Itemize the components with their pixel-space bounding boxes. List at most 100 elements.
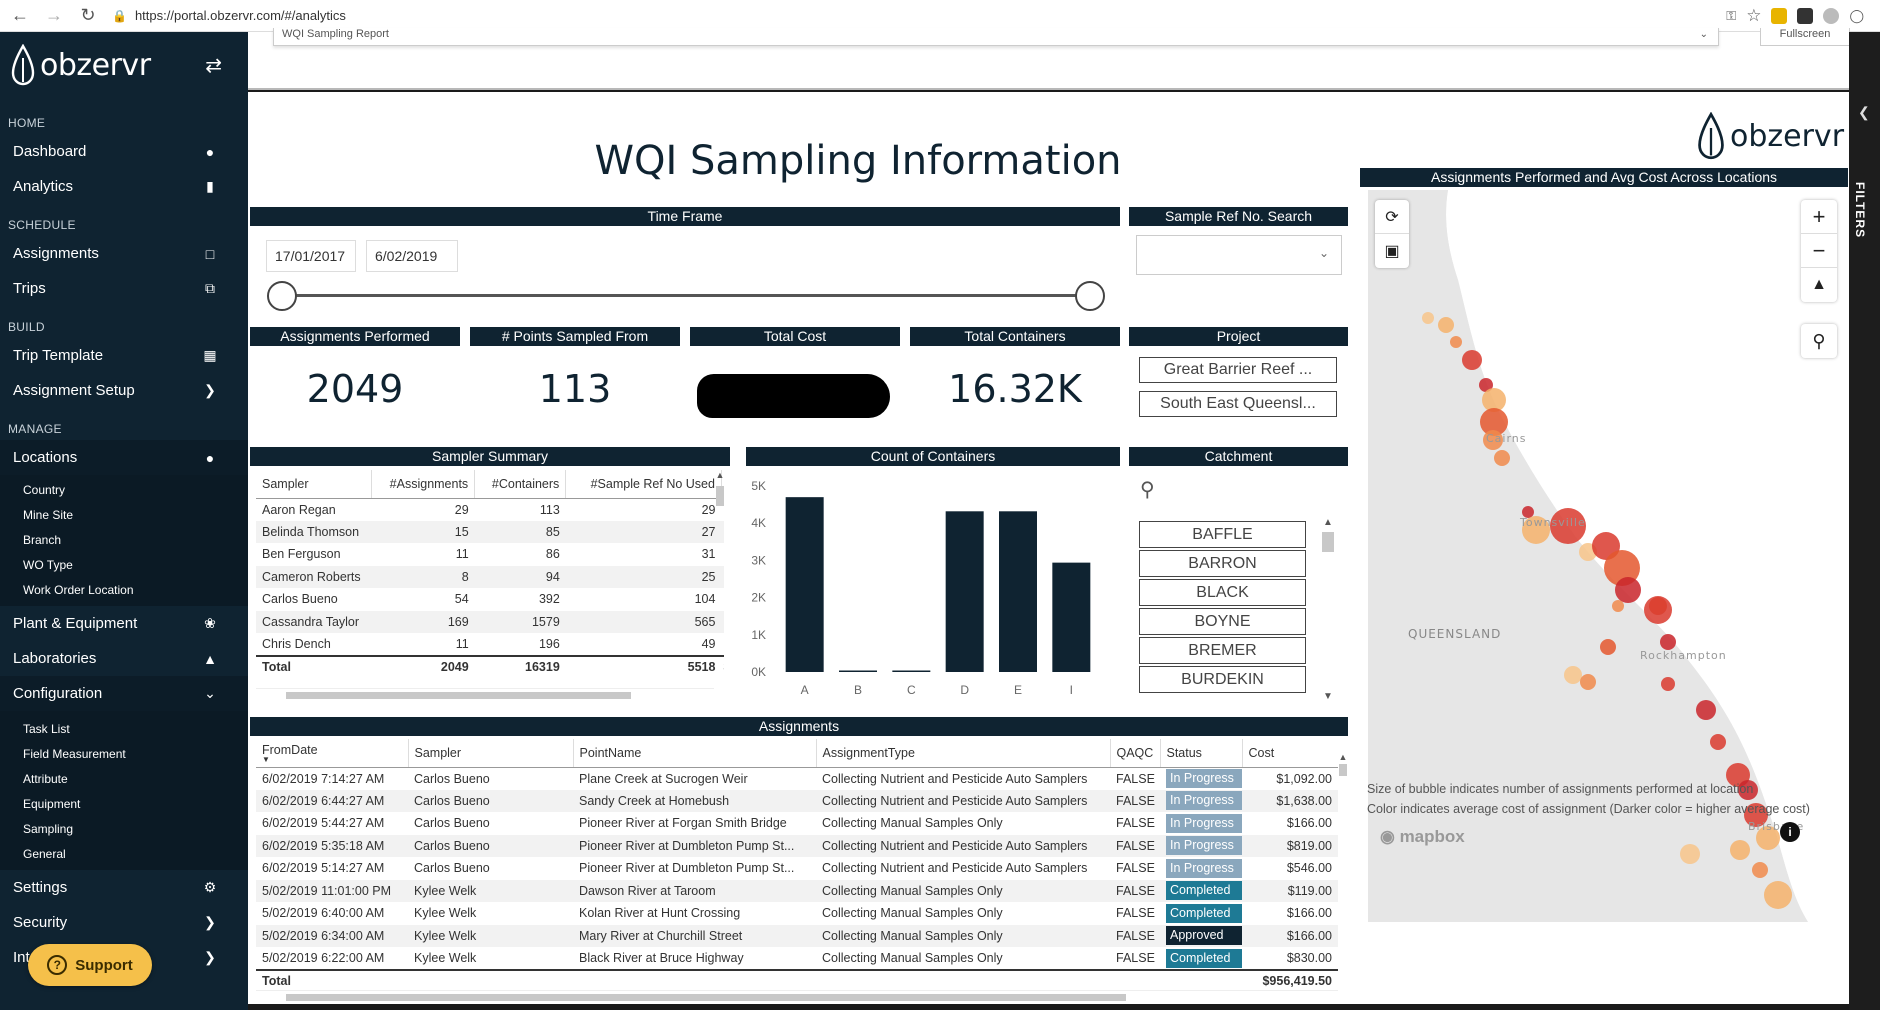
scroll-thumb[interactable] [1339,764,1347,776]
col-qaqc[interactable]: QAQC [1110,739,1161,768]
bar-i[interactable] [1052,562,1091,672]
table-row[interactable]: Ben Ferguson 11 86 31 [256,543,724,566]
table-row[interactable]: 6/02/2019 6:44:27 AM Carlos Bueno Sandy Cr… [256,789,1338,812]
catchment-item[interactable]: BARRON [1139,550,1306,577]
catchment-item[interactable]: BOYNE [1139,608,1306,635]
sidebar-item-trips[interactable]: Trips ⧉ [0,271,248,306]
lasso-select-icon[interactable]: ⟳ [1375,200,1409,234]
location-bubble[interactable] [1612,600,1624,612]
compass-icon[interactable]: ▲ [1801,268,1837,302]
sidebar-item-analytics[interactable]: Analytics ▮ [0,169,248,204]
location-bubble[interactable] [1710,734,1726,750]
submenu-item-field-measurement[interactable]: Field Measurement [0,742,248,767]
location-bubble[interactable] [1615,577,1641,603]
location-bubble[interactable] [1730,840,1750,860]
table-row[interactable]: Aaron Regan 29 113 29 [256,498,724,521]
table-row[interactable]: 5/02/2019 6:40:00 AM Kylee Welk Kolan Rive… [256,902,1338,925]
catchment-item[interactable]: BURDEKIN [1139,666,1306,693]
table-row[interactable]: 6/02/2019 5:35:18 AM Carlos Bueno Pioneer … [256,834,1338,857]
col-assignments[interactable]: #Assignments [371,470,476,499]
location-bubble[interactable] [1494,450,1510,466]
zoom-in-icon[interactable]: + [1801,200,1837,234]
scroll-thumb[interactable] [1322,532,1334,552]
col-cost[interactable]: Cost [1242,739,1338,768]
location-bubble[interactable] [1462,350,1482,370]
report-select-dropdown[interactable]: WQI Sampling Report ⌄ [273,28,1719,46]
scroll-thumb[interactable] [286,692,631,699]
col-sampler[interactable]: Sampler [408,739,574,768]
bar-c[interactable] [892,670,931,673]
catchment-item[interactable]: BREMER [1139,637,1306,664]
submenu-item-wo-type[interactable]: WO Type [0,553,248,578]
submenu-item-attribute[interactable]: Attribute [0,767,248,792]
table-row[interactable]: 6/02/2019 5:14:27 AM Carlos Bueno Pioneer … [256,857,1338,880]
slider-start-handle[interactable] [267,281,297,311]
bar-e[interactable] [999,511,1037,672]
table-row[interactable]: 5/02/2019 6:22:00 AM Kylee Welk Black Rive… [256,947,1338,970]
table-row[interactable]: 6/02/2019 7:14:27 AM Carlos Bueno Plane Cr… [256,767,1338,790]
reload-icon[interactable]: ↻ [74,2,102,30]
scroll-down-icon[interactable]: ▼ [1321,691,1335,702]
date-end-input[interactable]: 6/02/2019 [366,240,458,272]
submenu-item-branch[interactable]: Branch [0,528,248,553]
location-bubble[interactable] [1660,634,1676,650]
sidebar-item-configuration[interactable]: Configuration ⌄ [0,676,248,711]
col-status[interactable]: Status [1160,739,1243,768]
project-filter-great-barrier-reef[interactable]: Great Barrier Reef ... [1139,357,1337,383]
location-bubble[interactable] [1450,336,1462,348]
scroll-up-icon[interactable]: ▲ [1321,517,1335,528]
location-bubble[interactable] [1661,677,1675,691]
address-bar[interactable]: 🔒 https://portal.obzervr.com/#/analytics [112,3,1712,29]
bar-b[interactable] [839,670,877,673]
sampler-horizontal-scrollbar[interactable] [256,688,714,699]
submenu-item-task-list[interactable]: Task List [0,717,248,742]
submenu-item-general[interactable]: General [0,842,248,867]
submenu-item-country[interactable]: Country [0,478,248,503]
sidebar-item-locations[interactable]: Locations ● [0,440,248,475]
bar-a[interactable] [785,497,824,672]
submenu-item-sampling[interactable]: Sampling [0,817,248,842]
chevron-left-icon[interactable]: ❮ [1858,104,1870,121]
submenu-item-mine-site[interactable]: Mine Site [0,503,248,528]
table-row[interactable]: Cameron Roberts 8 94 25 [256,565,724,588]
col-assignment-type[interactable]: AssignmentType [816,739,1111,768]
swap-arrows-icon[interactable]: ⇄ [205,53,222,78]
location-bubble[interactable] [1564,666,1582,684]
date-start-input[interactable]: 17/01/2017 [266,240,356,272]
sampler-vertical-scrollbar[interactable]: ▲ [713,470,727,660]
assignments-vertical-scrollbar[interactable]: ▲ [1336,752,1350,967]
project-filter-south-east-queensland[interactable]: South East Queensl... [1139,391,1337,417]
magnify-location-icon[interactable]: ⚲ [1801,324,1837,358]
info-icon[interactable]: i [1780,822,1800,842]
table-row[interactable]: 6/02/2019 5:44:27 AM Carlos Bueno Pioneer … [256,812,1338,835]
sidebar-item-plant-equipment[interactable]: Plant & Equipment ❀ [0,606,248,641]
sidebar-item-security[interactable]: Security ❯ [0,905,248,940]
sidebar-item-trip-template[interactable]: Trip Template ▦ [0,338,248,373]
sample-ref-dropdown[interactable]: ⌄ [1136,235,1342,275]
submenu-item-equipment[interactable]: Equipment [0,792,248,817]
location-bubble[interactable] [1764,881,1792,909]
table-row[interactable]: Belinda Thomson 15 85 27 [256,520,724,543]
sidebar-item-laboratories[interactable]: Laboratories ▲ [0,641,248,676]
support-button[interactable]: ? Support [28,944,152,986]
table-row[interactable]: Carlos Bueno 54 392 104 [256,588,724,611]
pocket-icon[interactable] [1797,7,1814,24]
location-bubble[interactable] [1438,317,1454,333]
sidebar-logo[interactable]: obzervr ⇄ [0,32,248,98]
extension-icon[interactable] [1771,7,1788,24]
sidebar-item-dashboard[interactable]: Dashboard ● [0,134,248,169]
back-arrow-icon[interactable]: ← [6,2,34,30]
col-sample-ref[interactable]: #Sample Ref No Used [565,470,722,499]
key-icon[interactable]: ⚿ [1726,8,1736,24]
location-bubble[interactable] [1752,862,1768,878]
col-containers[interactable]: #Containers [474,470,567,499]
col-from-date[interactable]: FromDate ▼ [256,739,409,768]
assignments-horizontal-scrollbar[interactable] [256,990,1338,1001]
location-bubble[interactable] [1680,844,1700,864]
sidebar-item-assignment-setup[interactable]: Assignment Setup ❯ [0,373,248,408]
catchment-item[interactable]: BAFFLE [1139,521,1306,548]
location-bubble[interactable] [1422,312,1434,324]
circle-extension-icon[interactable] [1823,7,1840,24]
filters-pane[interactable]: ❮ FILTERS [1849,32,1880,1010]
location-bubble[interactable] [1580,674,1596,690]
